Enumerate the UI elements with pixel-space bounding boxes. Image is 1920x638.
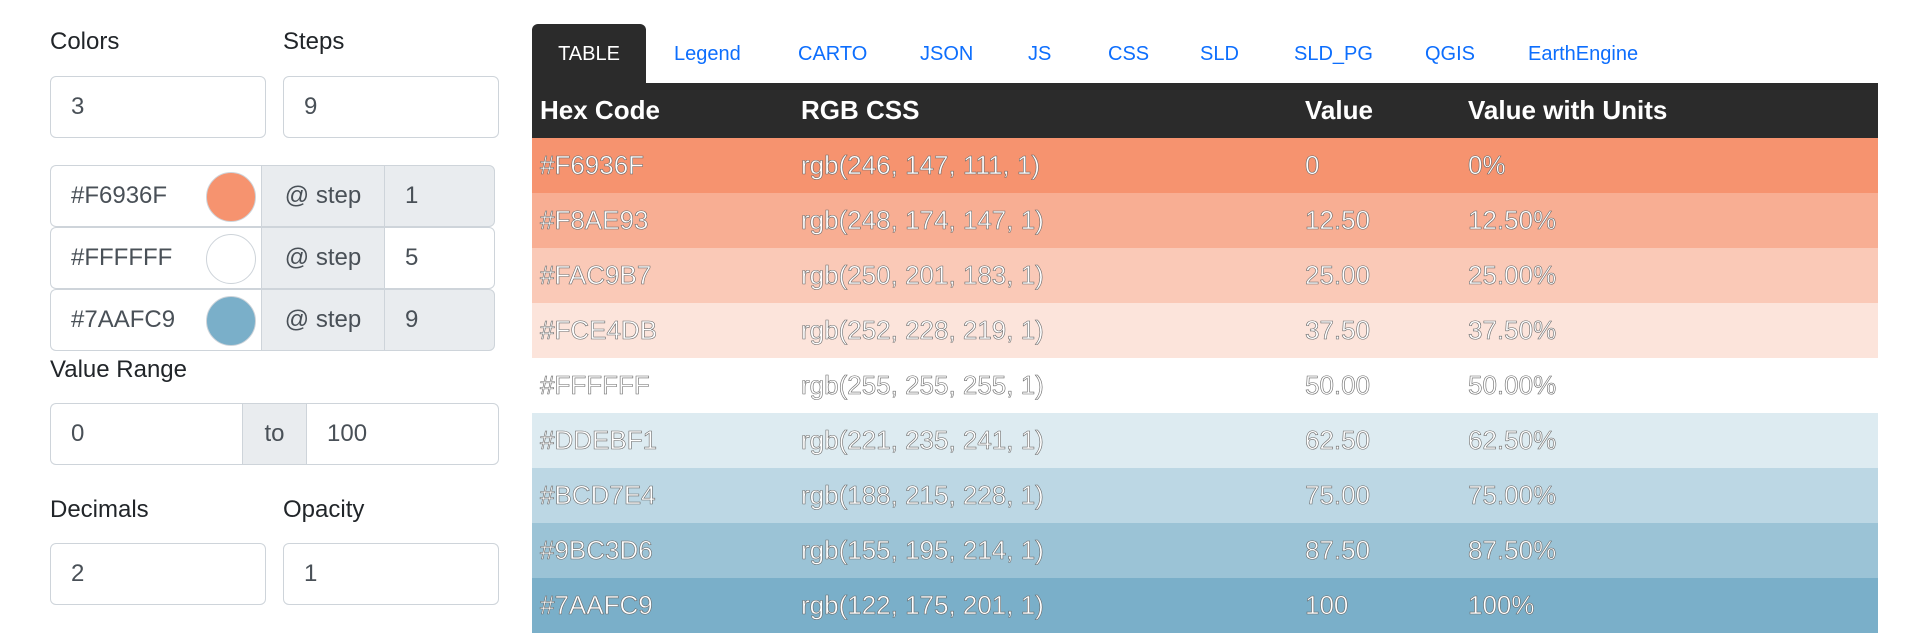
at-step-label: @ step (261, 227, 385, 289)
colors-input[interactable]: 3 (50, 76, 266, 138)
table-row: #FAC9B7 rgb(250, 201, 183, 1) 25.00 25.00% (532, 248, 1878, 303)
color-stop-hex-value: #FFFFFF (71, 244, 173, 271)
steps-input[interactable]: 9 (283, 76, 499, 138)
opacity-label: Opacity (283, 496, 365, 523)
color-swatch[interactable] (206, 172, 256, 222)
decimals-label: Decimals (50, 496, 149, 523)
value-with-units-cell: 100% (1468, 590, 1535, 621)
settings-panel: Colors 3 Steps 9 #F6936F @ step 1 #FFFFF… (50, 0, 500, 638)
hex-code-cell: #FFFFFF (540, 370, 650, 401)
color-stop-1: #F6936F @ step 1 (50, 165, 495, 227)
hex-code-cell: #FAC9B7 (540, 260, 652, 291)
value-cell: 0 (1305, 150, 1320, 181)
hex-code-cell: #9BC3D6 (540, 535, 653, 566)
table-row: #DDEBF1 rgb(221, 235, 241, 1) 62.50 62.50% (532, 413, 1878, 468)
value-with-units-cell: 0% (1468, 150, 1506, 181)
table-header: Hex Code RGB CSS Value Value with Units (532, 83, 1878, 138)
step-input[interactable]: 9 (384, 289, 495, 351)
color-stop-hex-input[interactable]: #FFFFFF (50, 227, 261, 289)
value-cell: 37.50 (1305, 315, 1371, 346)
hex-code-cell: #7AAFC9 (540, 590, 653, 621)
rgb-css-cell: rgb(252, 228, 219, 1) (801, 315, 1044, 346)
rgb-css-cell: rgb(188, 215, 228, 1) (801, 480, 1044, 511)
header-hex-code: Hex Code (540, 95, 660, 125)
value-cell: 100 (1305, 590, 1349, 621)
rgb-css-cell: rgb(122, 175, 201, 1) (801, 590, 1044, 621)
step-input[interactable]: 5 (384, 227, 495, 289)
value-cell: 25.00 (1305, 260, 1371, 291)
rgb-css-cell: rgb(246, 147, 111, 1) (801, 150, 1041, 181)
color-stop-2: #FFFFFF @ step 5 (50, 227, 495, 289)
color-stop-3: #7AAFC9 @ step 9 (50, 289, 495, 351)
value-with-units-cell: 25.00% (1468, 260, 1557, 291)
value-with-units-cell: 62.50% (1468, 425, 1557, 456)
tab-carto[interactable]: CARTO (798, 24, 867, 84)
table-row: #FFFFFF rgb(255, 255, 255, 1) 50.00 50.00% (532, 358, 1878, 413)
at-step-label: @ step (261, 165, 385, 227)
tab-js[interactable]: JS (1028, 24, 1051, 84)
range-min-input[interactable]: 0 (50, 403, 243, 465)
header-value: Value (1305, 95, 1373, 125)
rgb-css-cell: rgb(255, 255, 255, 1) (801, 370, 1044, 401)
value-cell: 50.00 (1305, 370, 1371, 401)
color-table: Hex Code RGB CSS Value Value with Units … (532, 83, 1878, 633)
tab-css[interactable]: CSS (1108, 24, 1149, 84)
hex-code-cell: #DDEBF1 (540, 425, 658, 456)
value-cell: 75.00 (1305, 480, 1371, 511)
header-value-with-units: Value with Units (1468, 95, 1668, 125)
tab-legend[interactable]: Legend (674, 24, 741, 84)
table-row: #BCD7E4 rgb(188, 215, 228, 1) 75.00 75.00% (532, 468, 1878, 523)
table-row: #9BC3D6 rgb(155, 195, 214, 1) 87.50 87.50% (532, 523, 1878, 578)
color-stop-hex-input[interactable]: #F6936F (50, 165, 261, 227)
range-max-input[interactable]: 100 (306, 403, 499, 465)
step-input[interactable]: 1 (384, 165, 495, 227)
at-step-label: @ step (261, 289, 385, 351)
value-with-units-cell: 75.00% (1468, 480, 1557, 511)
opacity-input[interactable]: 1 (283, 543, 499, 605)
table-row: #FCE4DB rgb(252, 228, 219, 1) 37.50 37.50% (532, 303, 1878, 358)
value-cell: 12.50 (1305, 205, 1371, 236)
table-row: #F6936F rgb(246, 147, 111, 1) 0 0% (532, 138, 1878, 193)
tab-table[interactable]: TABLE (532, 24, 646, 84)
value-range-label: Value Range (50, 356, 187, 383)
rgb-css-cell: rgb(155, 195, 214, 1) (801, 535, 1044, 566)
rgb-css-cell: rgb(221, 235, 241, 1) (801, 425, 1044, 456)
hex-code-cell: #FCE4DB (540, 315, 658, 346)
color-swatch[interactable] (206, 296, 256, 346)
decimals-input[interactable]: 2 (50, 543, 266, 605)
value-with-units-cell: 37.50% (1468, 315, 1557, 346)
hex-code-cell: #F8AE93 (540, 205, 649, 236)
rgb-css-cell: rgb(248, 174, 147, 1) (801, 205, 1044, 236)
color-swatch[interactable] (206, 234, 256, 284)
value-cell: 87.50 (1305, 535, 1371, 566)
tab-sld[interactable]: SLD (1200, 24, 1239, 84)
value-with-units-cell: 87.50% (1468, 535, 1557, 566)
rgb-css-cell: rgb(250, 201, 183, 1) (801, 260, 1044, 291)
range-to-label: to (242, 403, 307, 465)
colors-label: Colors (50, 28, 120, 55)
value-with-units-cell: 50.00% (1468, 370, 1557, 401)
tab-qgis[interactable]: QGIS (1425, 24, 1475, 84)
hex-code-cell: #F6936F (540, 150, 645, 181)
value-cell: 62.50 (1305, 425, 1371, 456)
table-row: #7AAFC9 rgb(122, 175, 201, 1) 100 100% (532, 578, 1878, 633)
table-row: #F8AE93 rgb(248, 174, 147, 1) 12.50 12.50% (532, 193, 1878, 248)
tab-earthengine[interactable]: EarthEngine (1528, 24, 1638, 84)
tab-sld-pg[interactable]: SLD_PG (1294, 24, 1373, 84)
steps-label: Steps (283, 28, 345, 55)
color-stop-hex-value: #7AAFC9 (71, 306, 176, 333)
color-stop-hex-value: #F6936F (71, 182, 168, 209)
hex-code-cell: #BCD7E4 (540, 480, 656, 511)
value-with-units-cell: 12.50% (1468, 205, 1557, 236)
header-rgb-css: RGB CSS (801, 95, 920, 125)
color-stop-hex-input[interactable]: #7AAFC9 (50, 289, 261, 351)
tab-json[interactable]: JSON (920, 24, 973, 84)
